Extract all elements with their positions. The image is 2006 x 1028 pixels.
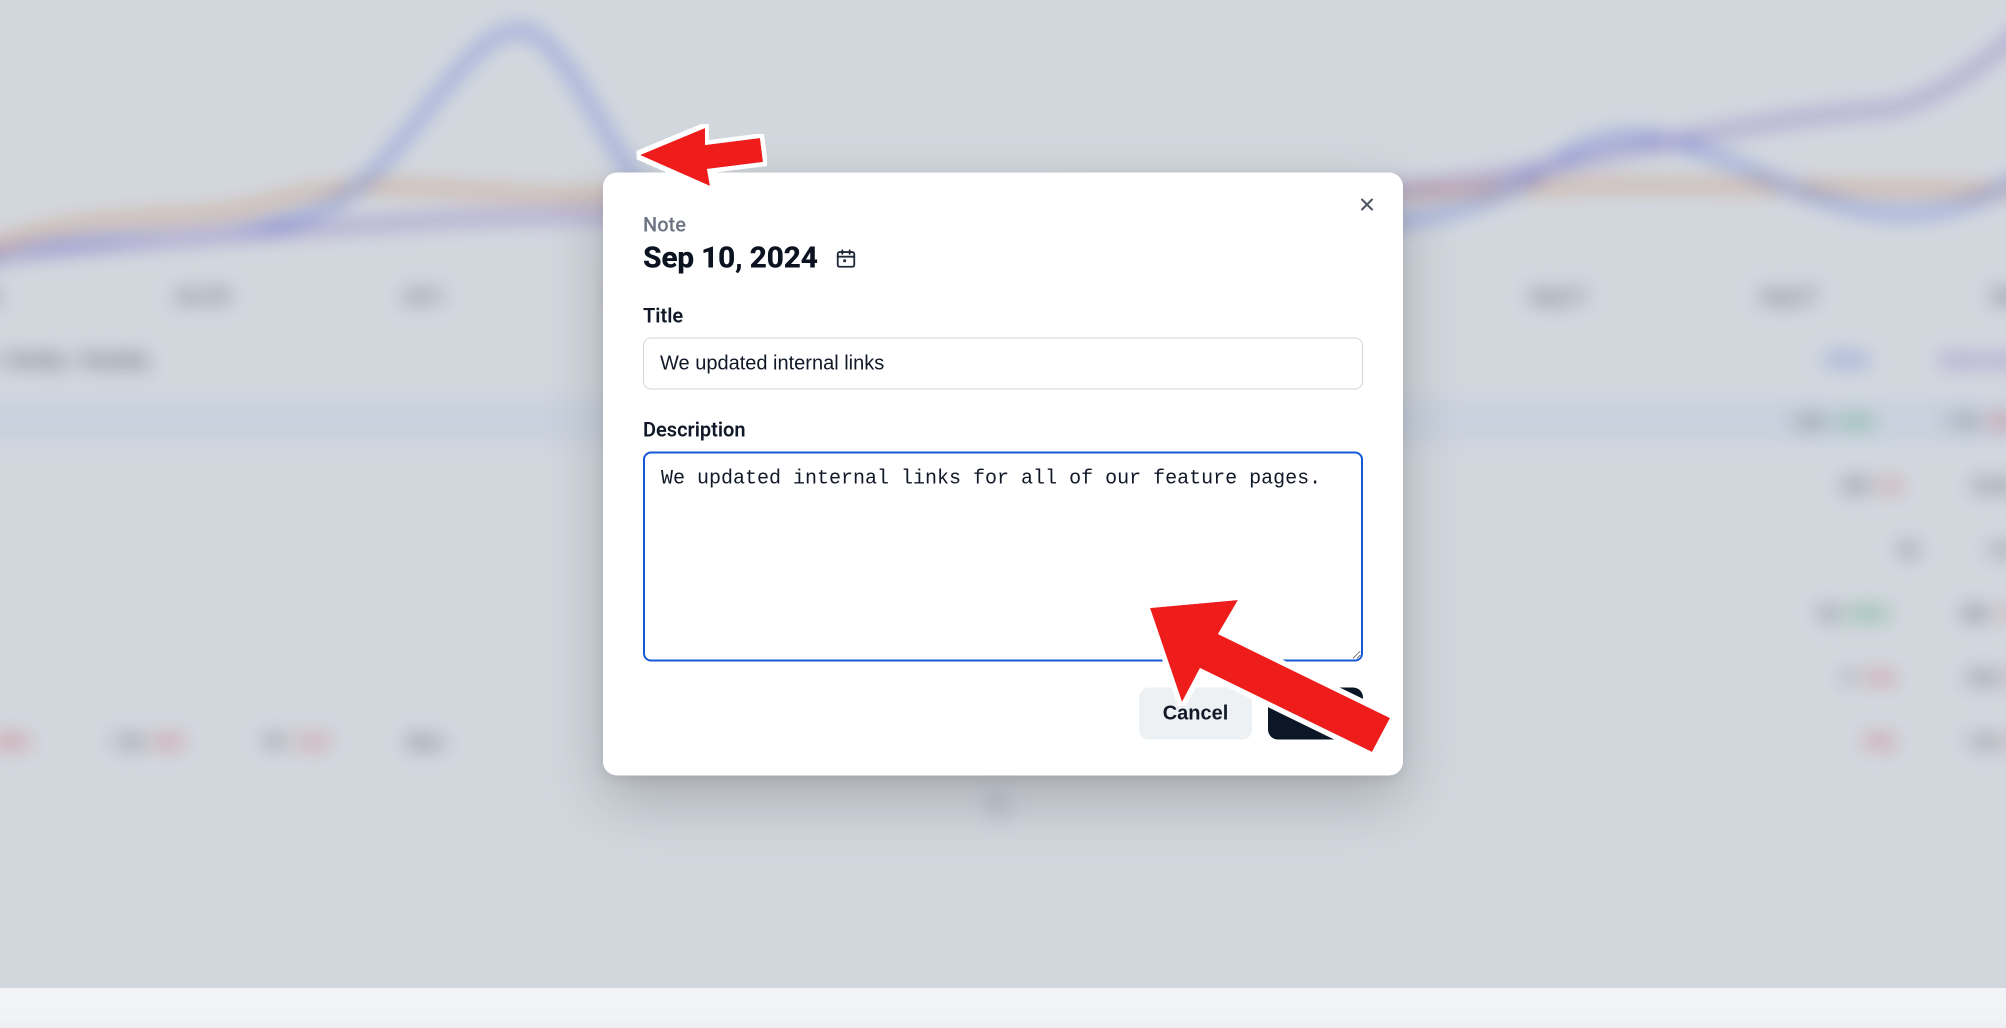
close-button[interactable]: [1349, 187, 1385, 223]
close-icon: [1357, 195, 1377, 215]
calendar-icon: [835, 247, 857, 269]
save-button[interactable]: Save: [1268, 688, 1363, 740]
description-label: Description: [643, 418, 1363, 442]
description-textarea[interactable]: [643, 452, 1363, 662]
title-label: Title: [643, 304, 1363, 328]
cancel-button[interactable]: Cancel: [1139, 688, 1253, 740]
note-dialog: Note Sep 10, 2024 Title Description Canc…: [603, 173, 1403, 776]
date-picker-button[interactable]: [832, 244, 860, 272]
note-date: Sep 10, 2024: [643, 241, 818, 276]
dialog-eyebrow: Note: [643, 213, 1363, 237]
title-input[interactable]: [643, 338, 1363, 390]
